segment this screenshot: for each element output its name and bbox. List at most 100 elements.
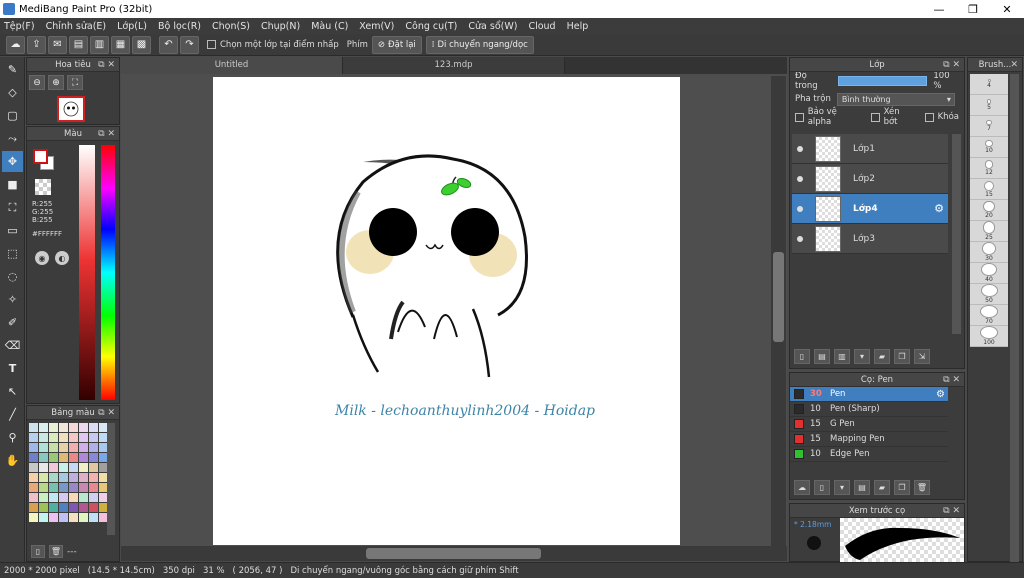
pen-curve-tool-icon[interactable]: ⤳ — [2, 128, 23, 149]
panel-layout-icon[interactable]: ▦ — [111, 35, 130, 54]
close-icon[interactable]: ✕ — [1010, 58, 1018, 72]
lock-checkbox[interactable] — [924, 112, 934, 122]
brush-size-cell[interactable]: 4 — [970, 74, 1008, 95]
palette-swatch[interactable] — [69, 423, 78, 432]
palette-swatch[interactable] — [89, 423, 98, 432]
tab-123-mdp[interactable]: 123.mdp — [343, 57, 565, 74]
trash-icon[interactable]: 🗑 — [914, 480, 930, 495]
layer-item[interactable]: Lớp1 — [792, 134, 948, 164]
palette-swatch[interactable] — [69, 473, 78, 482]
palette-swatch[interactable] — [29, 423, 38, 432]
brush-item[interactable]: 10 Pen (Sharp) — [790, 402, 948, 417]
palette-swatch[interactable] — [89, 453, 98, 462]
select-pen-tool-icon[interactable]: ✐ — [2, 312, 23, 333]
trash-icon[interactable]: 🗑 — [49, 545, 63, 558]
brush-tool-icon[interactable]: ✎ — [2, 59, 23, 80]
clipping-checkbox[interactable] — [870, 112, 880, 122]
palette-swatch[interactable] — [59, 473, 68, 482]
menu-cloud[interactable]: Cloud — [528, 21, 555, 32]
new-1bit-layer-icon[interactable]: ▥ — [834, 349, 850, 364]
palette-swatch[interactable] — [79, 493, 88, 502]
palette-swatch[interactable] — [29, 513, 38, 522]
visibility-icon[interactable] — [797, 175, 803, 182]
foreground-color-swatch[interactable] — [33, 149, 48, 164]
palette-swatch[interactable] — [89, 433, 98, 442]
palette-swatch[interactable] — [79, 423, 88, 432]
canvas-vertical-scrollbar[interactable] — [771, 76, 786, 546]
palette-swatch[interactable] — [89, 463, 98, 472]
reset-button[interactable]: ⊘ Đặt lại — [371, 35, 422, 54]
palette-swatch[interactable] — [39, 463, 48, 472]
duplicate-layer-icon[interactable]: ❐ — [894, 349, 910, 364]
palette-swatch[interactable] — [89, 443, 98, 452]
palette-swatch[interactable] — [49, 463, 58, 472]
artboard[interactable]: Milk - lechoanthuylinh2004 - Hoidap — [213, 77, 680, 545]
move-tool-icon[interactable]: ✥ — [2, 151, 23, 172]
canvas-horizontal-scrollbar[interactable] — [121, 546, 787, 561]
palette-swatch[interactable] — [89, 513, 98, 522]
palette-swatch[interactable] — [59, 453, 68, 462]
brush-size-cell[interactable]: 30 — [970, 242, 1008, 263]
divide-tool-icon[interactable]: ╱ — [2, 404, 23, 425]
visibility-icon[interactable] — [797, 235, 803, 242]
brush-item-active[interactable]: 30 Pen ⚙ — [790, 387, 948, 402]
text-tool-icon[interactable]: T — [2, 358, 23, 379]
opacity-slider[interactable] — [838, 76, 928, 86]
brush-size-cell[interactable]: 15 — [970, 179, 1008, 200]
brush-size-cell[interactable]: 25 — [970, 221, 1008, 242]
brush-size-cell[interactable]: 7 — [970, 116, 1008, 137]
scroll-thumb[interactable] — [366, 548, 541, 559]
palette-swatch[interactable] — [69, 483, 78, 492]
palette-swatch[interactable] — [29, 473, 38, 482]
tab-untitled[interactable]: Untitled — [121, 57, 343, 74]
menu-filter[interactable]: Bộ lọc(R) — [158, 21, 201, 32]
lasso-tool-icon[interactable]: ◌ — [2, 266, 23, 287]
cloud-icon[interactable]: ☁ — [6, 35, 25, 54]
layer-item[interactable]: Lớp2 — [792, 164, 948, 194]
layer-scrollbar[interactable] — [952, 134, 961, 334]
redo-icon[interactable]: ↷ — [180, 35, 199, 54]
palette-swatch[interactable] — [39, 503, 48, 512]
brush-size-cell[interactable]: 10 — [970, 137, 1008, 158]
brush-size-cell[interactable]: 70 — [970, 305, 1008, 326]
operation-tool-icon[interactable]: ↖ — [2, 381, 23, 402]
eraser-tool-icon[interactable]: ◇ — [2, 82, 23, 103]
navigator-thumbnail[interactable] — [57, 96, 85, 122]
palette-swatch[interactable] — [69, 513, 78, 522]
gradient-tool-icon[interactable]: ▭ — [2, 220, 23, 241]
cloud-brush-icon[interactable]: ☁ — [794, 480, 810, 495]
palette-swatch[interactable] — [89, 503, 98, 512]
select-layer-on-click-checkbox[interactable]: Chọn một lớp tại điểm nhấp — [207, 40, 339, 50]
palette-swatch[interactable] — [49, 493, 58, 502]
panel-controls-icon[interactable]: ⧉ ✕ — [98, 406, 115, 420]
new-palette-icon[interactable]: ▯ — [31, 545, 45, 558]
palette-swatch[interactable] — [79, 503, 88, 512]
saturation-value-slider[interactable] — [79, 145, 95, 400]
menu-tools[interactable]: Công cụ(T) — [405, 21, 457, 32]
menu-file[interactable]: Tệp(F) — [4, 21, 35, 32]
comment-icon[interactable]: ✉ — [48, 35, 67, 54]
palette-swatch[interactable] — [49, 483, 58, 492]
visibility-icon[interactable] — [797, 205, 803, 212]
panel-controls-icon[interactable]: ⧉ ✕ — [98, 127, 115, 141]
palette-swatch[interactable] — [39, 443, 48, 452]
hue-slider[interactable] — [101, 145, 115, 400]
bucket-tool-icon[interactable]: ⛶ — [2, 197, 23, 218]
magic-wand-tool-icon[interactable]: ✧ — [2, 289, 23, 310]
fit-window-icon[interactable]: ⛶ — [67, 75, 83, 90]
brush-item[interactable]: 15 Mapping Pen — [790, 432, 948, 447]
menu-snap[interactable]: Chụp(N) — [261, 21, 300, 32]
minimize-button[interactable]: — — [922, 3, 956, 16]
palette-swatch[interactable] — [69, 443, 78, 452]
palette-swatch[interactable] — [29, 503, 38, 512]
palette-swatch[interactable] — [49, 513, 58, 522]
menu-help[interactable]: Help — [567, 21, 589, 32]
palette-swatch[interactable] — [89, 493, 98, 502]
palette-swatch[interactable] — [29, 453, 38, 462]
palette-swatch[interactable] — [79, 453, 88, 462]
palette-swatch[interactable] — [39, 513, 48, 522]
palette-swatch[interactable] — [49, 453, 58, 462]
scroll-thumb[interactable] — [773, 252, 784, 342]
palette-swatch[interactable] — [69, 503, 78, 512]
palette-swatch[interactable] — [59, 513, 68, 522]
